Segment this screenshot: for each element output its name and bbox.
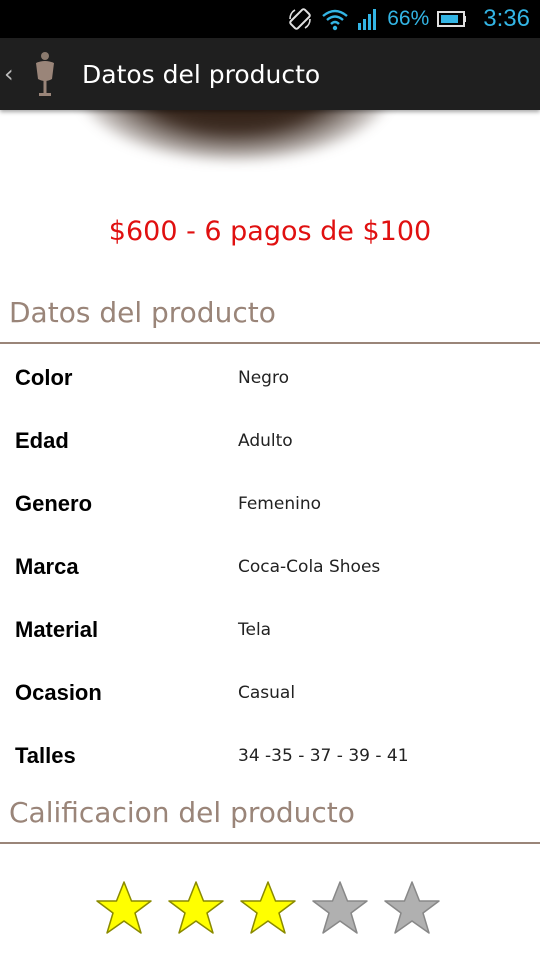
attribute-row-edad: Edad Adulto (0, 428, 540, 468)
attribute-value: Femenino (238, 494, 321, 514)
star-filled-icon[interactable] (94, 880, 154, 940)
clock: 3:36 (483, 5, 530, 32)
battery-percent: 66% (387, 7, 430, 30)
attribute-row-material: Material Tela (0, 617, 540, 657)
attribute-label: Ocasion (15, 680, 102, 705)
star-filled-icon[interactable] (166, 880, 226, 940)
attribute-value: Casual (238, 683, 296, 703)
signal-icon (357, 7, 379, 31)
star-filled-icon[interactable] (238, 880, 298, 940)
star-empty-icon[interactable] (310, 880, 370, 940)
attribute-label: Material (15, 617, 99, 642)
attribute-row-color: Color Negro (0, 365, 540, 405)
price-text: $600 - 6 pagos de $100 (108, 216, 432, 247)
attribute-label: Color (15, 365, 73, 390)
attribute-row-ocasion: Ocasion Casual (0, 680, 540, 720)
attribute-value: 34 -35 - 37 - 39 - 41 (238, 746, 409, 766)
product-image (0, 110, 540, 172)
rating-divider (0, 842, 540, 844)
attribute-label: Talles (15, 743, 76, 768)
wifi-icon (321, 7, 349, 31)
action-bar: ‹ Datos del producto (0, 38, 540, 110)
attribute-row-marca: Marca Coca-Cola Shoes (0, 554, 540, 594)
attribute-value: Adulto (238, 431, 293, 451)
mannequin-icon[interactable] (28, 49, 62, 99)
status-bar: 66% 3:36 (0, 0, 540, 38)
attribute-value: Tela (238, 620, 272, 640)
page-title: Datos del producto (82, 59, 321, 89)
details-section-header: Datos del producto (9, 296, 276, 329)
star-empty-icon[interactable] (382, 880, 442, 940)
chevron-left-icon[interactable]: ‹ (4, 60, 20, 88)
status-icons: 66% 3:36 (287, 0, 530, 38)
rating-bar[interactable] (94, 880, 442, 940)
attribute-label: Genero (15, 491, 93, 516)
product-image-shadow (80, 110, 390, 160)
attribute-label: Marca (15, 554, 79, 579)
screen-rotate-icon (287, 6, 313, 32)
rating-section-header: Calificacion del producto (9, 796, 355, 829)
attribute-value: Coca-Cola Shoes (238, 557, 381, 577)
attribute-row-genero: Genero Femenino (0, 491, 540, 531)
details-divider (0, 342, 540, 344)
attribute-label: Edad (15, 428, 69, 453)
battery-icon (437, 9, 467, 29)
attribute-row-talles: Talles 34 -35 - 37 - 39 - 41 (0, 743, 540, 783)
attribute-value: Negro (238, 368, 289, 388)
